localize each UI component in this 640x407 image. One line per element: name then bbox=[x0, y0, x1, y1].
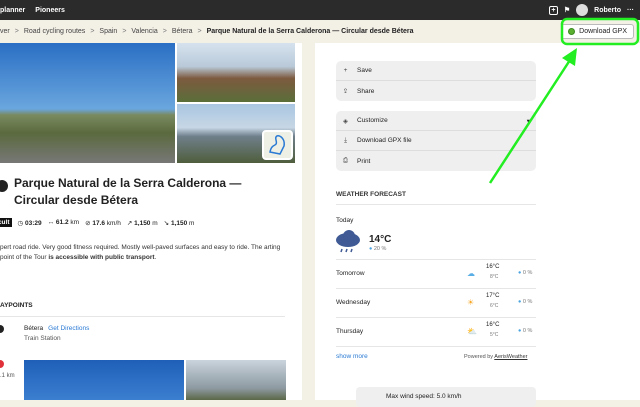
share-icon: ⇪ bbox=[342, 88, 349, 95]
actions-group: + Save ⇪ Share bbox=[336, 61, 536, 101]
today-label: Today bbox=[336, 217, 354, 224]
bell-icon[interactable]: ⚑ bbox=[564, 6, 570, 14]
waypoint-item: Bétera Get Directions Train Station bbox=[24, 325, 90, 342]
plus-icon[interactable]: + bbox=[548, 5, 558, 15]
crumb[interactable]: Bétera bbox=[172, 28, 193, 35]
show-more-link[interactable]: show more bbox=[336, 353, 368, 360]
tour-stats: ifficult ◷ 03:29 ↔ 61.2 km ⊘ 17.6 km/h ↗… bbox=[0, 218, 194, 227]
get-directions-link[interactable]: Get Directions bbox=[48, 325, 89, 332]
downhill-stat: ↘ 1,150 m bbox=[163, 219, 195, 227]
customize-button[interactable]: ◈ Customize ▾ bbox=[336, 111, 536, 131]
download-icon: ⤓ bbox=[344, 136, 347, 144]
sun-icon: ☀ bbox=[467, 298, 475, 307]
download-gpx-button[interactable]: Download GPX bbox=[561, 24, 634, 39]
avatar[interactable] bbox=[576, 4, 589, 16]
difficulty-badge: ifficult bbox=[0, 218, 12, 227]
crumb[interactable]: Spain bbox=[99, 28, 117, 35]
forecast-row: Tomorrow ☁ 16°C 8°C ● 0 % bbox=[336, 264, 533, 280]
today-temp: 14°C bbox=[369, 234, 392, 245]
chevron-down-icon: ▾ bbox=[526, 117, 530, 125]
download-gpx-file-button[interactable]: ⤓ Download GPX file bbox=[336, 131, 536, 151]
print-button[interactable]: ⎙ Print bbox=[336, 151, 536, 171]
tools-group: ◈ Customize ▾ ⤓ Download GPX file ⎙ Print bbox=[336, 111, 536, 171]
crumb[interactable]: Road cycling routes bbox=[24, 28, 85, 35]
top-bar: planner Pioneers + ⚑ Roberto ··· bbox=[0, 0, 640, 20]
print-icon: ⎙ bbox=[342, 157, 349, 164]
forecast-row: Wednesday ☀ 17°C 6°C ● 0 % bbox=[336, 293, 533, 309]
breadcrumb: ver > Road cycling routes > Spain > Valenci… bbox=[0, 20, 640, 43]
divider bbox=[336, 204, 536, 205]
wind-info: Max wind speed: 5.0 km/h bbox=[356, 387, 536, 407]
weather-heading: WEATHER FORECAST bbox=[336, 191, 406, 198]
nav-pioneers[interactable]: Pioneers bbox=[35, 7, 65, 14]
map-thumbnail[interactable] bbox=[262, 130, 293, 160]
user-name[interactable]: Roberto bbox=[594, 7, 621, 14]
crumb-current: Parque Natural de la Serra Calderona — C… bbox=[206, 28, 414, 35]
distance-stat: ↔ 61.2 km bbox=[47, 219, 80, 226]
tour-photo[interactable] bbox=[177, 43, 295, 102]
download-gpx-label: Download GPX bbox=[579, 28, 627, 35]
share-button[interactable]: ⇪ Share bbox=[336, 81, 536, 101]
highlight-photo[interactable] bbox=[186, 360, 286, 400]
crumb[interactable]: ver bbox=[0, 28, 10, 35]
highlight-photo[interactable] bbox=[24, 360, 184, 400]
nav-planner[interactable]: planner bbox=[0, 7, 25, 14]
today-precip: ● 20 % bbox=[369, 246, 387, 252]
aeris-link[interactable]: AerisWeather bbox=[494, 354, 527, 360]
forecast-row: Thursday ⛅ 16°C 5°C ● 0 % bbox=[336, 322, 533, 338]
uphill-stat: ↗ 1,150 m bbox=[126, 219, 158, 227]
rain-cloud-icon bbox=[336, 230, 360, 253]
divider bbox=[336, 346, 536, 347]
divider bbox=[0, 316, 285, 317]
duration-stat: ◷ 03:29 bbox=[17, 219, 42, 227]
waypoints-heading: AYPOINTS bbox=[0, 302, 33, 309]
plus-icon: + bbox=[343, 67, 348, 74]
tour-title: Parque Natural de la Serra Calderona — C… bbox=[14, 176, 242, 207]
more-icon[interactable]: ··· bbox=[627, 7, 634, 14]
powered-by: Powered by AerisWeather bbox=[464, 354, 528, 360]
customize-icon: ◈ bbox=[343, 117, 348, 125]
tour-description: pert road ride. Very good fitness requir… bbox=[0, 244, 281, 261]
speed-stat: ⊘ 17.6 km/h bbox=[85, 219, 121, 227]
tour-photo[interactable] bbox=[0, 43, 175, 163]
partly-cloudy-icon: ⛅ bbox=[467, 327, 477, 336]
crumb[interactable]: Valencia bbox=[131, 28, 157, 35]
gpx-icon bbox=[568, 28, 576, 35]
waypoint-distance: .1 km bbox=[0, 373, 15, 379]
cloud-icon: ☁ bbox=[467, 269, 475, 278]
save-button[interactable]: + Save bbox=[336, 61, 536, 81]
